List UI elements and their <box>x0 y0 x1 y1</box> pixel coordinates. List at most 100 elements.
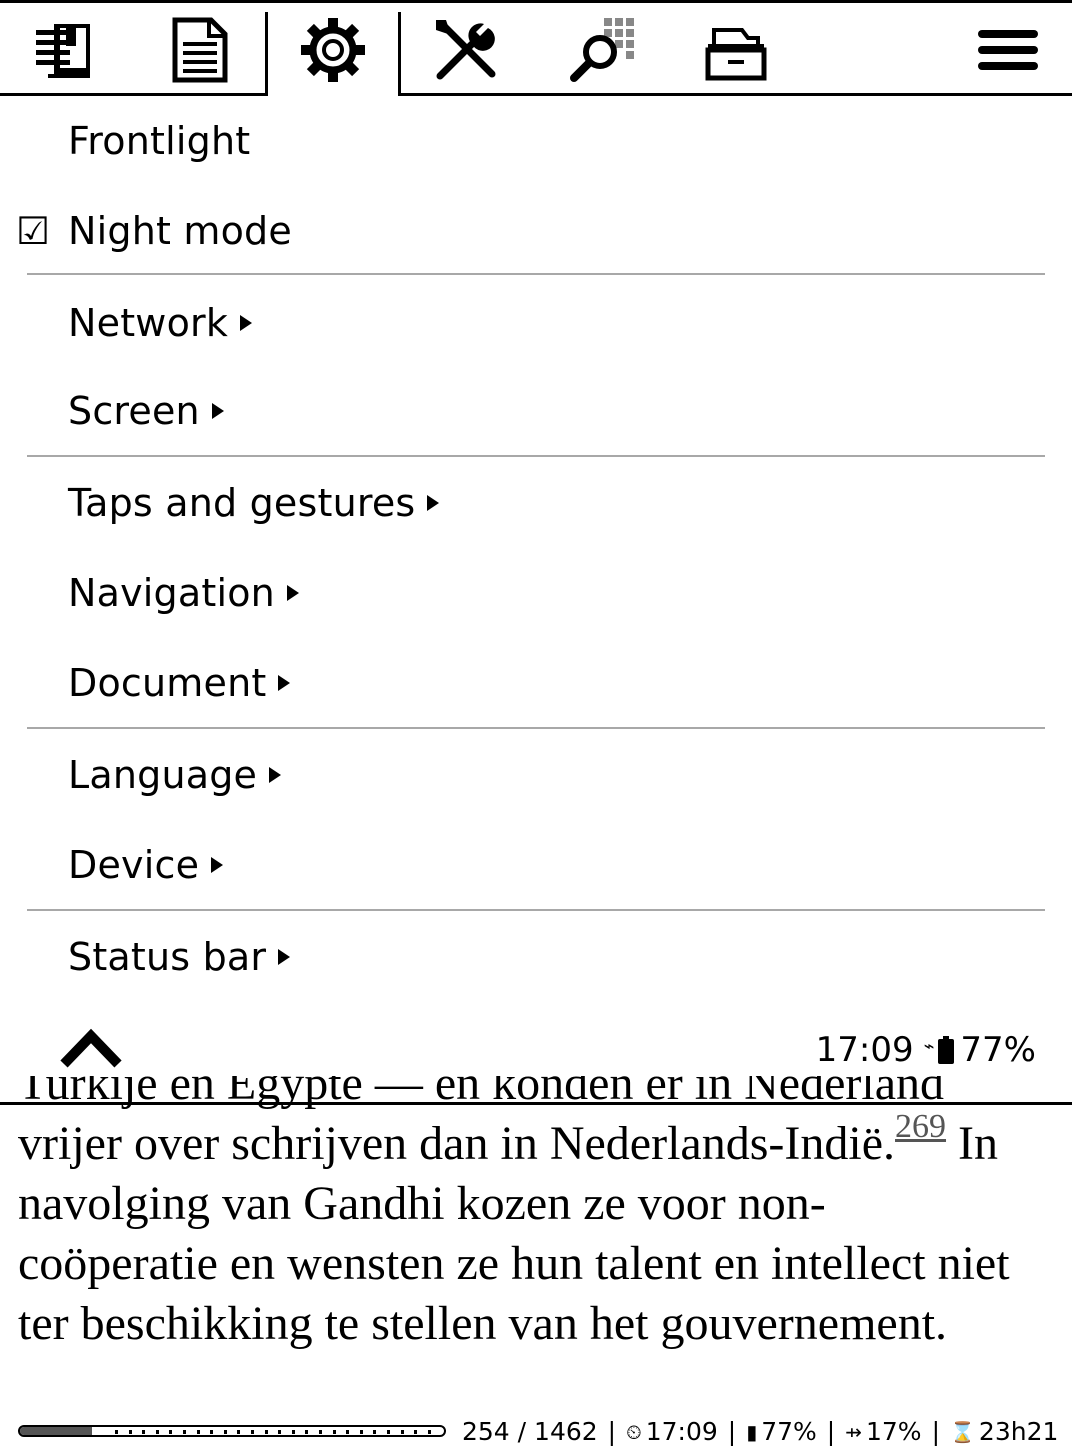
checkbox-checked-icon[interactable]: ☑ <box>16 209 50 253</box>
menu-divider <box>27 455 1045 457</box>
tab-search[interactable] <box>566 14 638 86</box>
menu-item-network[interactable]: Network <box>0 278 1072 368</box>
settings-menu: Frontlight ☑ Night mode Network Screen T… <box>0 96 1072 1102</box>
chapter-tick <box>346 1430 350 1434</box>
menu-clock: 17:09 <box>815 1030 914 1070</box>
hourglass-icon: ⌛ <box>950 1419 975 1444</box>
chapter-tick <box>305 1430 309 1434</box>
menu-item-status-bar[interactable]: Status bar <box>0 912 1072 1002</box>
submenu-arrow-icon <box>278 674 291 691</box>
separator: | <box>727 1417 737 1446</box>
text-line: vrijer over schrijven dan in Nederlands-… <box>18 1108 998 1171</box>
chapter-tick <box>115 1430 118 1434</box>
chapter-tick <box>128 1430 132 1434</box>
menu-item-label: Language <box>68 753 282 797</box>
chapter-tick <box>251 1430 254 1434</box>
chapter-tick <box>291 1430 295 1434</box>
menu-item-label: Network <box>68 301 253 345</box>
menu-divider <box>27 727 1045 729</box>
chapter-tick <box>169 1430 173 1434</box>
gear-icon <box>301 18 365 82</box>
chapter-tick <box>278 1430 282 1434</box>
chapter-tick <box>210 1430 214 1434</box>
chapter-tick <box>387 1430 390 1434</box>
chapter-tick <box>332 1430 336 1434</box>
submenu-arrow-icon <box>211 402 224 419</box>
tab-filemanager[interactable] <box>700 14 772 86</box>
menu-item-label: Device <box>68 843 224 887</box>
reading-progress-bar[interactable] <box>18 1425 446 1437</box>
progress-fill <box>20 1427 93 1435</box>
text-line: coöperatie en wensten ze hun talent en i… <box>18 1237 1010 1290</box>
close-menu-button[interactable] <box>58 1020 124 1076</box>
hamburger-menu-icon <box>978 30 1038 70</box>
tab-bar-top-border <box>0 0 1072 3</box>
submenu-arrow-icon <box>240 314 253 331</box>
file-cabinet-icon <box>705 28 767 81</box>
progress-arrow-icon: ⇸ <box>845 1419 862 1444</box>
menu-item-device[interactable]: Device <box>0 820 1072 910</box>
top-tab-bar <box>0 0 1072 96</box>
chapter-tick <box>183 1430 186 1434</box>
chapter-tick <box>414 1430 418 1434</box>
battery-icon: ▮ <box>746 1419 758 1444</box>
chapter-tick <box>237 1430 241 1434</box>
submenu-arrow-icon <box>269 766 282 783</box>
chapter-tick <box>196 1430 200 1434</box>
chapter-tick <box>427 1430 431 1434</box>
battery-icon <box>938 1036 955 1064</box>
menu-item-label: Night mode <box>68 209 292 253</box>
menu-clock-status: 17:09 ⌁ 77% <box>816 1030 1036 1070</box>
text-line-partial: Turkije en Egypte — en konden er in Nede… <box>18 1076 944 1110</box>
tab-main-menu[interactable] <box>972 14 1044 86</box>
menu-item-navigation[interactable]: Navigation <box>0 548 1072 638</box>
submenu-arrow-icon <box>427 494 440 511</box>
chapter-tick <box>264 1430 268 1434</box>
status-time: 17:09 <box>645 1417 718 1446</box>
menu-item-label: Navigation <box>68 571 299 615</box>
separator: | <box>607 1417 617 1446</box>
tab-tools[interactable] <box>430 14 502 86</box>
tab-document[interactable] <box>163 14 235 86</box>
clock-icon: ⏲ <box>626 1419 642 1444</box>
menu-item-taps-and-gestures[interactable]: Taps and gestures <box>0 458 1072 548</box>
menu-divider <box>27 909 1045 911</box>
menu-battery-level: 77% <box>960 1030 1036 1070</box>
search-icon <box>570 18 634 82</box>
chapter-tick <box>155 1430 159 1434</box>
active-tab-left-border <box>265 12 268 96</box>
menu-item-label: Screen <box>68 389 224 433</box>
menu-item-night-mode[interactable]: ☑ Night mode <box>0 186 1072 276</box>
text-line: navolging van Gandhi kozen ze voor non- <box>18 1177 826 1230</box>
text-line: ter beschikking te stellen van het gouve… <box>18 1297 948 1350</box>
chapter-tick <box>359 1430 363 1434</box>
book-navigation-icon <box>36 24 90 78</box>
menu-item-label: Taps and gestures <box>68 481 440 525</box>
status-text: 254 / 1462 | ⏲ 17:09 | ▮ 77% | ⇸ 17% | ⌛… <box>462 1417 1058 1446</box>
reader-status-bar[interactable]: 254 / 1462 | ⏲ 17:09 | ▮ 77% | ⇸ 17% | ⌛… <box>0 1412 1072 1448</box>
status-battery: 77% <box>761 1417 817 1446</box>
menu-item-document[interactable]: Document <box>0 638 1072 728</box>
chapter-tick <box>223 1430 227 1434</box>
chapter-tick <box>142 1430 146 1434</box>
menu-item-label: Status bar <box>68 935 291 979</box>
menu-item-label: Document <box>68 661 291 705</box>
menu-divider <box>27 273 1045 275</box>
submenu-arrow-icon <box>211 856 224 873</box>
chapter-tick <box>400 1430 404 1434</box>
document-page-icon <box>172 17 228 83</box>
chevron-up-icon <box>60 1028 122 1068</box>
submenu-arrow-icon <box>286 584 299 601</box>
active-tab-right-border <box>398 12 401 96</box>
menu-item-language[interactable]: Language <box>0 730 1072 820</box>
menu-item-frontlight[interactable]: Frontlight <box>0 96 1072 186</box>
menu-item-screen[interactable]: Screen <box>0 366 1072 456</box>
menu-item-label: Frontlight <box>68 119 251 163</box>
percent-read: 17% <box>866 1417 922 1446</box>
tab-navigation[interactable] <box>30 14 102 86</box>
book-page-text[interactable]: Turkije en Egypte — en konden er in Nede… <box>18 1076 1058 1394</box>
menu-bottom-border <box>0 1102 1072 1105</box>
tab-settings[interactable] <box>297 14 369 86</box>
time-left: 23h21 <box>978 1417 1059 1446</box>
chapter-tick <box>373 1430 377 1434</box>
